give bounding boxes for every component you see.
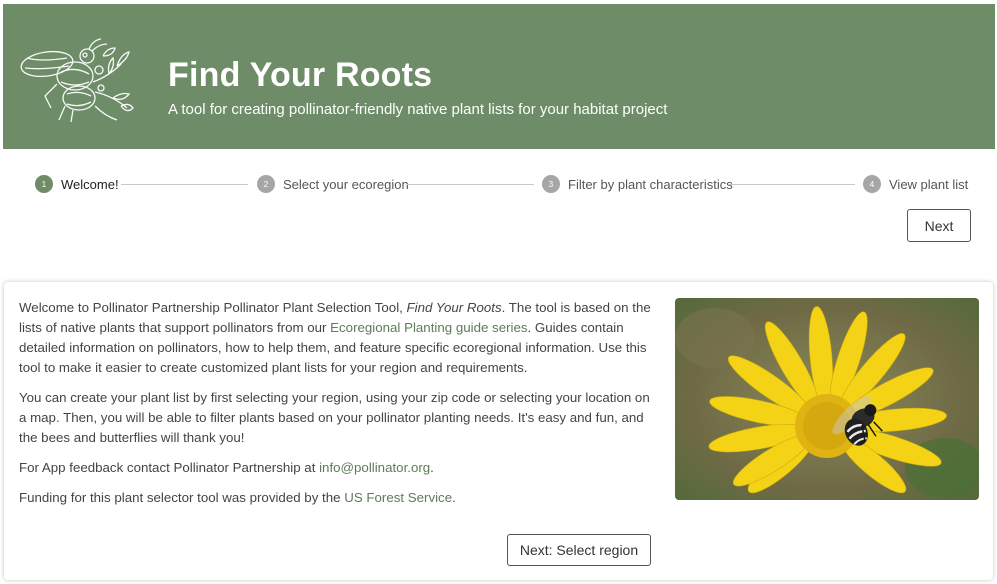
step-welcome[interactable]: 1 Welcome! xyxy=(35,175,119,193)
page-title: Find Your Roots xyxy=(168,56,433,94)
step-connector xyxy=(121,184,248,185)
step-select-ecoregion[interactable]: 2 Select your ecoregion xyxy=(257,175,409,193)
ecoregional-guide-link[interactable]: Ecoregional Planting guide series xyxy=(330,320,527,335)
step-label: Select your ecoregion xyxy=(283,176,409,192)
app-header: Find Your Roots A tool for creating poll… xyxy=(3,4,995,149)
step-number-badge: 4 xyxy=(863,175,881,193)
bee-floral-logo-icon xyxy=(20,38,134,122)
tool-name: Find Your Roots xyxy=(406,300,502,315)
step-label: Filter by plant characteristics xyxy=(568,176,733,192)
step-filter-characteristics[interactable]: 3 Filter by plant characteristics xyxy=(542,175,733,193)
funding-paragraph: Funding for this plant selector tool was… xyxy=(19,490,456,505)
flower-illustration-icon xyxy=(675,298,979,500)
step-number-badge: 2 xyxy=(257,175,275,193)
welcome-card: Welcome to Pollinator Partnership Pollin… xyxy=(4,282,993,580)
step-connector xyxy=(407,184,534,185)
feedback-paragraph: For App feedback contact Pollinator Part… xyxy=(19,460,434,475)
step-number-badge: 1 xyxy=(35,175,53,193)
step-view-plant-list[interactable]: 4 View plant list xyxy=(863,175,968,193)
page-subtitle: A tool for creating pollinator-friendly … xyxy=(168,101,668,118)
instructions-paragraph: You can create your plant list by first … xyxy=(19,390,650,445)
welcome-text: Welcome to Pollinator Partnership Pollin… xyxy=(19,298,654,518)
progress-stepper: 1 Welcome! 2 Select your ecoregion 3 Fil… xyxy=(0,170,997,198)
step-number-badge: 3 xyxy=(542,175,560,193)
step-label: View plant list xyxy=(889,176,969,192)
step-label: Welcome! xyxy=(61,176,119,192)
feedback-email-link[interactable]: info@pollinator.org xyxy=(319,460,430,475)
intro-paragraph: Welcome to Pollinator Partnership Pollin… xyxy=(19,300,651,375)
next-button[interactable]: Next xyxy=(907,209,971,242)
bee-on-flower-photo xyxy=(675,298,979,500)
forest-service-link[interactable]: US Forest Service xyxy=(344,490,452,505)
select-region-button[interactable]: Next: Select region xyxy=(507,534,651,566)
step-connector xyxy=(728,184,855,185)
